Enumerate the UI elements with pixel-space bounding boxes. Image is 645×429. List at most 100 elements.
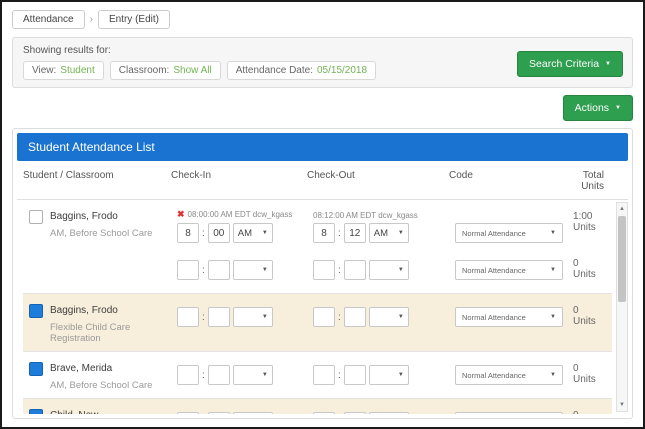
caret-down-icon: ▼ — [261, 230, 268, 236]
table-title: Student Attendance List — [17, 133, 628, 161]
actions-label: Actions — [574, 102, 610, 114]
code-value: Normal Attendance — [462, 370, 526, 380]
checkout-ampm-select[interactable]: ▼ — [368, 307, 409, 327]
checkout-ampm-select[interactable]: ▼ — [368, 412, 409, 414]
attendance-date-chip[interactable]: Attendance Date: 05/15/2018 — [226, 61, 377, 80]
actions-row: Actions ▼ — [12, 95, 633, 121]
search-criteria-label: Search Criteria — [529, 58, 600, 70]
code-select[interactable]: Normal Attendance ▼ — [455, 412, 563, 414]
checkout-note: 08:12:00 AM EDT dcw_kgass — [313, 211, 418, 220]
checkout-minute-input[interactable] — [343, 365, 366, 385]
checkin-ampm-select[interactable]: ▼ — [232, 365, 273, 385]
scroll-up-icon[interactable]: ▲ — [617, 203, 627, 215]
checkin-ampm-select[interactable]: ▼ — [232, 307, 273, 327]
checkout-hour-input[interactable] — [313, 223, 335, 243]
student-checkbox[interactable] — [29, 409, 43, 414]
total-units: 0 Units — [573, 305, 596, 327]
total-units: 1:00 Units — [573, 211, 596, 233]
checkin-minute-input[interactable] — [207, 412, 230, 414]
checkin-ampm-select[interactable]: ▼ — [232, 260, 273, 280]
checkout-hour-input[interactable] — [313, 365, 335, 385]
app-window: Attendance › Entry (Edit) Showing result… — [0, 0, 645, 429]
checkout-cell: : ▼ — [313, 307, 455, 327]
breadcrumb-entry-edit[interactable]: Entry (Edit) — [97, 10, 170, 29]
code-select[interactable]: Normal Attendance ▼ — [455, 260, 563, 280]
checkout-hour-input[interactable] — [313, 307, 335, 327]
caret-down-icon: ▼ — [397, 267, 404, 273]
checkout-minute-input[interactable] — [343, 260, 366, 280]
checkin-hour-input[interactable] — [177, 260, 199, 280]
student-cell: Brave, Merida AM, Before School Care — [29, 359, 177, 391]
column-header-student: Student / Classroom — [23, 170, 114, 181]
caret-down-icon: ▼ — [550, 230, 556, 236]
caret-down-icon: ▼ — [605, 61, 611, 67]
total-units: 0 Units — [573, 410, 612, 414]
checkin-minute-input[interactable] — [207, 307, 230, 327]
checkout-ampm-select[interactable]: ▼ — [368, 365, 409, 385]
caret-down-icon: ▼ — [261, 314, 268, 320]
checkin-cell: : ▼ — [177, 412, 313, 414]
classroom-name: Flexible Child Care Registration — [50, 322, 131, 344]
classroom-filter-chip[interactable]: Classroom: Show All — [109, 61, 221, 80]
row-entries: : ▼ : ▼ — [177, 406, 612, 414]
student-checkbox[interactable] — [29, 362, 43, 376]
column-header-checkout: Check-Out — [307, 170, 355, 181]
checkin-minute-input[interactable] — [207, 365, 230, 385]
attendance-entry: : ▼ : ▼ — [177, 359, 612, 391]
error-icon: ✖ — [177, 209, 185, 219]
search-criteria-button[interactable]: Search Criteria ▼ — [517, 51, 623, 77]
column-header-units: Total Units — [581, 170, 604, 192]
vertical-scrollbar[interactable]: ▲ ▼ — [616, 202, 628, 412]
checkout-cell: : ▼ — [313, 412, 455, 414]
caret-down-icon: ▼ — [550, 314, 556, 320]
checkout-hour-input[interactable] — [313, 412, 335, 414]
checkout-ampm-select[interactable]: AM ▼ — [368, 223, 409, 243]
checkin-note: ✖ 08:00:00 AM EDT dcw_kgass — [177, 209, 293, 219]
code-cell: Normal Attendance ▼ — [455, 223, 573, 243]
checkin-ampm-select[interactable]: AM ▼ — [232, 223, 273, 243]
view-filter-value: Student — [60, 65, 95, 76]
view-filter-chip[interactable]: View: Student — [23, 61, 104, 80]
scroll-down-icon[interactable]: ▼ — [617, 399, 627, 411]
student-checkbox[interactable] — [29, 210, 43, 224]
checkin-hour-input[interactable] — [177, 365, 199, 385]
checkout-hour-input[interactable] — [313, 260, 335, 280]
row-entries: : ▼ : ▼ — [177, 359, 612, 391]
scrollbar-thumb[interactable] — [618, 216, 626, 302]
checkin-ampm-select[interactable]: ▼ — [232, 412, 273, 414]
row-entries: : ▼ : ▼ — [177, 301, 612, 344]
code-select[interactable]: Normal Attendance ▼ — [455, 365, 563, 385]
table-row: Brave, Merida AM, Before School Care : ▼ — [23, 352, 612, 399]
checkout-minute-input[interactable] — [343, 307, 366, 327]
checkout-minute-input[interactable] — [343, 223, 366, 243]
checkout-ampm-select[interactable]: ▼ — [368, 260, 409, 280]
student-name: Brave, Merida — [50, 363, 113, 374]
attendance-list-panel: Student Attendance List Student / Classr… — [12, 128, 633, 419]
student-cell: Baggins, Frodo Flexible Child Care Regis… — [29, 301, 177, 344]
caret-down-icon: ▼ — [397, 314, 404, 320]
code-value: Normal Attendance — [462, 228, 526, 238]
checkin-minute-input[interactable] — [207, 223, 230, 243]
checkin-minute-input[interactable] — [207, 260, 230, 280]
classroom-name: AM, Before School Care — [50, 380, 153, 391]
code-select[interactable]: Normal Attendance ▼ — [455, 223, 563, 243]
caret-down-icon: ▼ — [397, 372, 404, 378]
checkout-minute-input[interactable] — [343, 412, 366, 414]
caret-down-icon: ▼ — [261, 372, 268, 378]
checkin-cell: : ▼ — [177, 307, 313, 327]
breadcrumb-attendance[interactable]: Attendance — [12, 10, 85, 29]
student-name: Baggins, Frodo — [50, 211, 118, 222]
code-cell: Normal Attendance ▼ — [455, 307, 573, 327]
checkin-hour-input[interactable] — [177, 412, 199, 414]
code-select[interactable]: Normal Attendance ▼ — [455, 307, 563, 327]
student-cell: Child, New Flexible Care, PM ☝ — [29, 406, 177, 414]
actions-button[interactable]: Actions ▼ — [562, 95, 633, 121]
checkin-hour-input[interactable] — [177, 307, 199, 327]
caret-down-icon: ▼ — [261, 267, 268, 273]
student-checkbox[interactable] — [29, 304, 43, 318]
checkin-cell: : ▼ — [177, 260, 313, 280]
checkin-hour-input[interactable] — [177, 223, 199, 243]
code-value: Normal Attendance — [462, 312, 526, 322]
checkin-cell: ✖ 08:00:00 AM EDT dcw_kgass : AM ▼ — [177, 209, 313, 243]
attendance-entry: : ▼ : ▼ — [177, 301, 612, 333]
